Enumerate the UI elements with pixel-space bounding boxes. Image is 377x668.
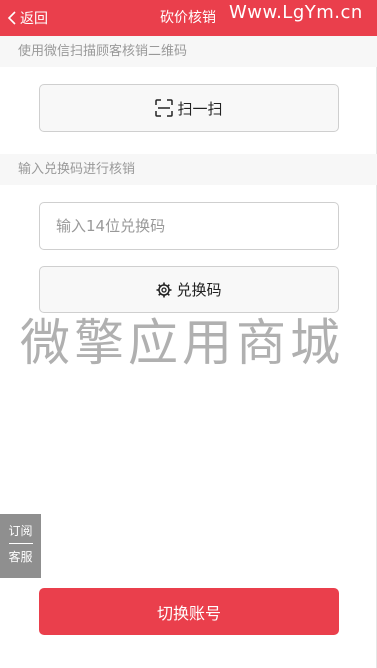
scan-button-label: 扫一扫: [177, 99, 223, 118]
subscribe-label: 订阅: [8, 524, 33, 538]
switch-account-button[interactable]: 切换账号: [39, 588, 339, 635]
back-label: 返回: [20, 11, 48, 27]
redeem-button-label: 兑换码: [176, 281, 222, 299]
scan-button[interactable]: 扫一扫: [39, 84, 339, 132]
back-button[interactable]: 返回: [7, 0, 48, 36]
page-title: 砍价核销: [160, 10, 216, 26]
chevron-left-icon: [7, 11, 16, 25]
subscribe-service-tab[interactable]: 订阅 客服: [0, 514, 41, 578]
tab-divider: [8, 543, 33, 544]
watermark-overlay: 微擎应用商城: [20, 314, 344, 372]
gear-icon: [156, 282, 172, 297]
code-section-label: 输入兑换码进行核销: [0, 154, 377, 185]
scan-icon: [155, 99, 174, 117]
site-watermark: Www.LgYm.cn: [229, 2, 363, 23]
redeem-code-input[interactable]: [39, 202, 339, 250]
service-label: 客服: [8, 550, 33, 564]
top-bar: 返回 砍价核销 Www.LgYm.cn: [0, 0, 377, 36]
scan-section-label: 使用微信扫描顾客核销二维码: [0, 36, 377, 67]
